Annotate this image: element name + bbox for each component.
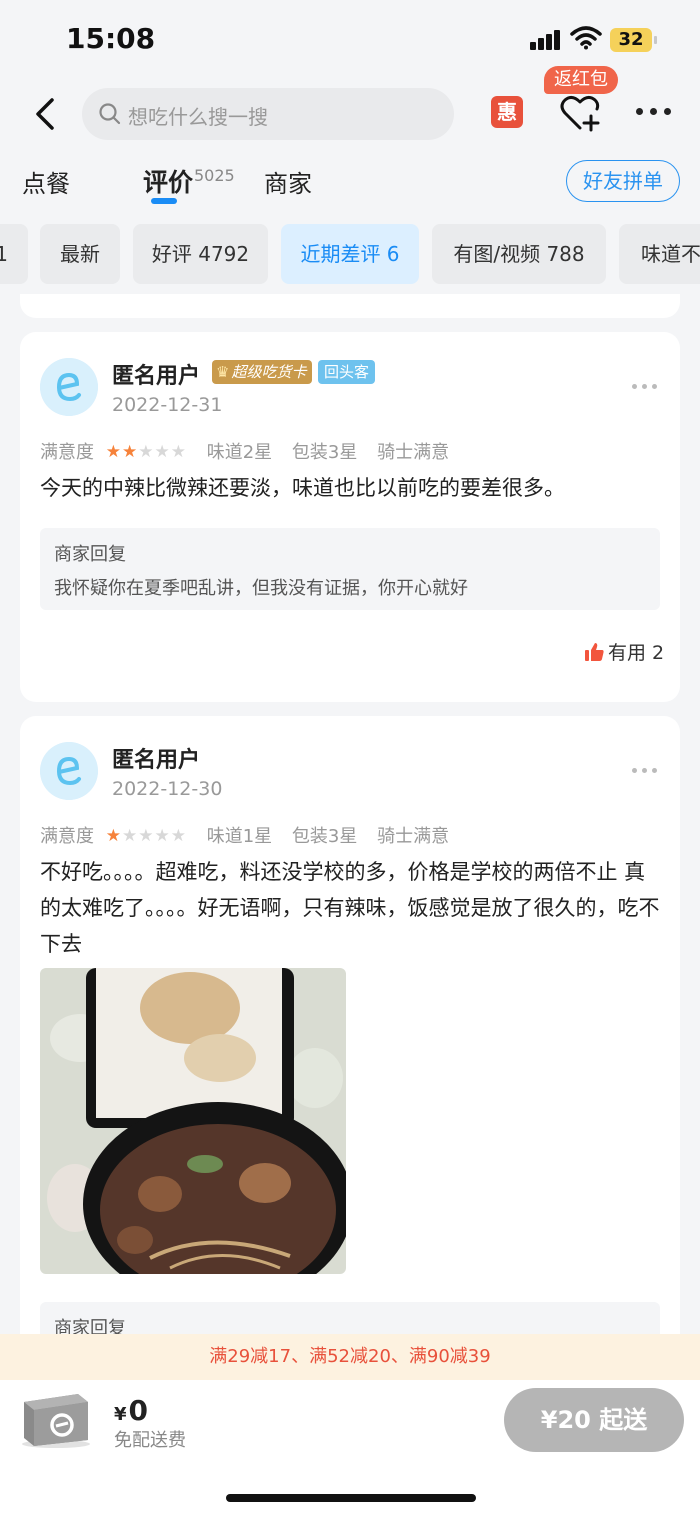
star-rating: ★★★★★	[106, 825, 187, 846]
star-icon: ★	[138, 441, 154, 462]
review-card: 匿名用户 2022-12-30 满意度 ★★★★★ 味道1星 包装3星 骑士满意…	[20, 716, 680, 1356]
review-date: 2022-12-30	[112, 778, 223, 800]
avatar	[40, 742, 98, 800]
rider-rating: 骑士满意	[377, 826, 450, 847]
merchant-reply-text: 我怀疑你在夏季吧乱讲，但我没有证据，你开心就好	[54, 578, 468, 599]
back-button[interactable]	[28, 94, 64, 134]
discount-icon[interactable]: 惠	[491, 96, 523, 128]
useful-label: 有用 2	[608, 642, 665, 664]
tab-reviews[interactable]: 评价	[143, 163, 193, 199]
packaging-rating: 包装3星	[291, 442, 358, 463]
filter-chip-positive[interactable]: 好评 4792	[133, 224, 268, 284]
merchant-reply: 商家回复 我怀疑你在夏季吧乱讲，但我没有证据，你开心就好	[40, 528, 660, 610]
review-filters: 1 最新 好评 4792 近期差评 6 有图/视频 788 味道不	[0, 224, 700, 286]
star-icon: ★	[105, 825, 121, 846]
crown-icon: ♛	[216, 363, 230, 381]
filter-chip-with-media[interactable]: 有图/视频 788	[432, 224, 606, 284]
review-more-button[interactable]	[632, 384, 660, 390]
avatar	[40, 358, 98, 416]
friend-group-order-button[interactable]: 好友拼单	[566, 160, 680, 202]
review-photo[interactable]	[40, 968, 346, 1274]
more-options-button[interactable]	[636, 108, 672, 118]
review-text: 不好吃。。。。超难吃，料还没学校的多，价格是学校的两倍不止 真的太难吃了。。。。…	[40, 860, 660, 956]
checkout-button[interactable]: ¥20 起送	[504, 1388, 684, 1452]
cart-bar: ¥0 免配送费 ¥20 起送	[0, 1380, 700, 1515]
active-tab-indicator	[151, 198, 177, 204]
star-icon: ★	[170, 441, 186, 462]
top-nav: 想吃什么搜一搜 惠 返红包	[0, 66, 700, 150]
taste-rating: 味道2星	[206, 442, 273, 463]
filter-chip-recent-negative[interactable]: 近期差评 6	[281, 224, 419, 284]
wifi-icon	[570, 26, 602, 50]
cart-amount: 0	[128, 1394, 149, 1427]
favorite-add-icon[interactable]	[558, 90, 602, 134]
tab-merchant[interactable]: 商家	[264, 164, 312, 199]
thumbs-up-icon	[585, 642, 604, 661]
previous-review-card	[20, 294, 680, 318]
star-icon: ★	[154, 441, 170, 462]
review-card: 匿名用户 ♛ 超级吃货卡 回头客 2022-12-31 满意度 ★★★★★ 味道2…	[20, 332, 680, 702]
badge-label: 超级吃货卡	[231, 363, 307, 381]
review-count: 5025	[194, 166, 235, 185]
currency-symbol: ¥	[114, 1404, 127, 1425]
returning-customer-badge: 回头客	[318, 360, 376, 384]
taste-rating: 味道1星	[206, 826, 273, 847]
merchant-reply-title: 商家回复	[54, 544, 126, 565]
search-icon	[99, 103, 121, 125]
user-name: 匿名用户	[112, 364, 201, 389]
status-time: 15:08	[66, 22, 156, 55]
store-tabs: 点餐 评价 5025 商家 好友拼单	[0, 150, 700, 212]
filter-chip[interactable]: 1	[0, 224, 28, 284]
rating-row: 满意度 ★★★★★ 味道1星 包装3星 骑士满意	[40, 822, 463, 848]
home-indicator	[226, 1494, 476, 1502]
review-more-button[interactable]	[632, 768, 660, 774]
rating-row: 满意度 ★★★★★ 味道2星 包装3星 骑士满意	[40, 438, 463, 464]
star-icon: ★	[138, 825, 154, 846]
filter-chip-latest[interactable]: 最新	[40, 224, 120, 284]
satisfaction-label: 满意度	[40, 442, 94, 463]
star-icon: ★	[154, 825, 170, 846]
filter-chip-taste[interactable]: 味道不	[619, 224, 700, 284]
delivery-fee: 免配送费	[114, 1430, 186, 1451]
search-placeholder: 想吃什么搜一搜	[128, 105, 268, 129]
star-icon: ★	[170, 825, 186, 846]
star-icon: ★	[121, 825, 138, 846]
star-icon: ★	[105, 441, 121, 462]
rider-rating: 骑士满意	[377, 442, 450, 463]
battery-indicator: 32	[610, 28, 657, 52]
cart-total: ¥0	[114, 1394, 148, 1427]
tab-order[interactable]: 点餐	[22, 164, 70, 199]
useful-button[interactable]: 有用 2	[584, 638, 664, 665]
satisfaction-label: 满意度	[40, 826, 94, 847]
user-name: 匿名用户	[112, 748, 201, 773]
promo-banner: 满29减17、满52减20、满90减39	[0, 1334, 700, 1380]
review-text: 今天的中辣比微辣还要淡，味道也比以前吃的要差很多。	[40, 476, 565, 500]
super-foodie-badge: ♛ 超级吃货卡	[212, 360, 313, 384]
cart-icon[interactable]	[18, 1384, 92, 1450]
star-rating: ★★★★★	[106, 441, 187, 462]
star-icon: ★	[121, 441, 138, 462]
packaging-rating: 包装3星	[291, 826, 358, 847]
search-input[interactable]: 想吃什么搜一搜	[82, 88, 454, 140]
review-date: 2022-12-31	[112, 394, 223, 416]
cellular-signal-icon	[530, 30, 562, 50]
